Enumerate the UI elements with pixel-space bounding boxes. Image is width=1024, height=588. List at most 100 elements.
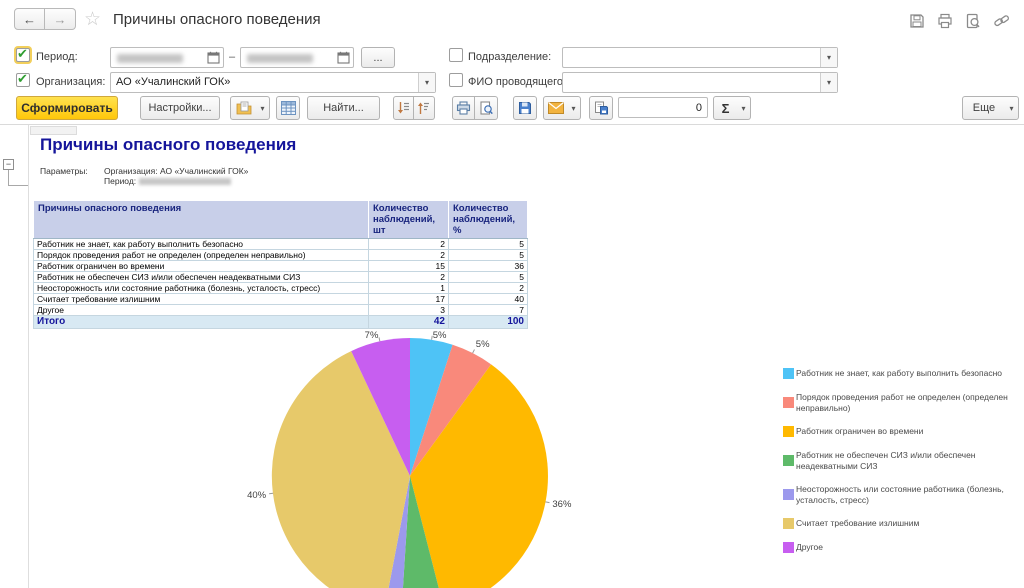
cell-cause: Неосторожность или состояние работника (… xyxy=(34,283,369,294)
chevron-down-icon: ▾ xyxy=(1005,97,1018,119)
pie-label-tick xyxy=(379,337,380,341)
sum-button[interactable]: Σ ▾ xyxy=(713,96,751,120)
report-area: − Причины опасного поведения Параметры: … xyxy=(0,124,1024,588)
chart-section: 5%5%36%5%2%40%7% Работник не знает, как … xyxy=(30,326,1024,588)
print-button[interactable] xyxy=(452,96,475,120)
window-title: Причины опасного поведения xyxy=(113,11,321,28)
save-copy-button[interactable] xyxy=(589,96,613,120)
legend-item: Неосторожность или состояние работника (… xyxy=(783,484,1023,505)
cell-percent: 36 xyxy=(449,261,528,272)
legend-swatch xyxy=(783,426,794,437)
back-button[interactable]: ← xyxy=(14,8,45,30)
pie-label-tick xyxy=(269,493,273,494)
settings-button[interactable]: Настройки... xyxy=(140,96,220,120)
table-row[interactable]: Другое37 xyxy=(34,305,528,316)
send-mail-button[interactable]: ▾ xyxy=(543,96,581,120)
cell-cause: Работник не знает, как работу выполнить … xyxy=(34,239,369,250)
period-checkbox[interactable]: ✔ xyxy=(16,48,30,62)
chevron-down-icon[interactable]: ▾ xyxy=(820,48,837,67)
grid-settings-button[interactable] xyxy=(276,96,300,120)
link-icon[interactable] xyxy=(993,13,1010,29)
pie-percent-label: 7% xyxy=(365,330,379,341)
spreadsheet-corner xyxy=(30,126,77,135)
calendar-icon[interactable] xyxy=(335,50,351,65)
organization-checkbox[interactable]: ✔ xyxy=(16,73,30,87)
cell-count: 15 xyxy=(369,261,449,272)
title-bar-actions xyxy=(909,13,1010,29)
table-row[interactable]: Порядок проведения работ не определен (о… xyxy=(34,250,528,261)
chevron-down-icon: ▾ xyxy=(737,97,750,119)
period-range-separator: – xyxy=(229,51,235,63)
app-window: ← → ☆ Причины опасного поведения ✔ Перио… xyxy=(0,0,1024,588)
expand-groups-button[interactable] xyxy=(414,96,435,120)
calendar-icon[interactable] xyxy=(205,50,221,65)
save-result-button[interactable] xyxy=(513,96,537,120)
chevron-down-icon[interactable]: ▾ xyxy=(418,73,435,92)
column-header-cause: Причины опасного поведения xyxy=(34,201,369,239)
department-value xyxy=(563,48,820,67)
table-row[interactable]: Работник ограничен во времени1536 xyxy=(34,261,528,272)
favorite-star-icon[interactable]: ☆ xyxy=(84,8,101,31)
title-bar: ← → ☆ Причины опасного поведения xyxy=(0,0,1024,40)
legend-label: Работник ограничен во времени xyxy=(796,426,923,437)
redacted-date-from xyxy=(117,54,183,63)
organization-combo[interactable]: АО «Учалинский ГОК» ▾ xyxy=(110,72,436,93)
legend-item: Другое xyxy=(783,542,1023,553)
pie-chart: 5%5%36%5%2%40%7% xyxy=(30,326,750,588)
report-variants-button[interactable]: ▾ xyxy=(230,96,270,120)
pie-percent-label: 36% xyxy=(552,499,572,510)
legend-label: Работник не обеспечен СИЗ и/или обеспече… xyxy=(796,450,1023,471)
chevron-down-icon[interactable]: ▾ xyxy=(820,73,837,92)
conductor-checkbox[interactable] xyxy=(449,73,463,87)
legend-label: Другое xyxy=(796,542,823,553)
report-params-label: Параметры: xyxy=(40,166,88,176)
period-from-input[interactable] xyxy=(110,47,224,68)
report-param-organization: Организация: АО «Учалинский ГОК» xyxy=(104,166,248,176)
collapse-groups-button[interactable] xyxy=(393,96,414,120)
chevron-down-icon: ▾ xyxy=(256,97,269,119)
forward-arrow-icon: → xyxy=(54,12,67,27)
column-header-count: Количество наблюдений, шт xyxy=(369,201,449,239)
conductor-combo[interactable]: ▾ xyxy=(562,72,838,93)
period-more-button[interactable]: ... xyxy=(361,47,395,68)
table-row[interactable]: Работник не знает, как работу выполнить … xyxy=(34,239,528,250)
legend-swatch xyxy=(783,368,794,379)
more-label: Еще xyxy=(963,97,1005,119)
conductor-value xyxy=(563,73,820,92)
preview-icon[interactable] xyxy=(965,13,981,29)
legend-item: Порядок проведения работ не определен (о… xyxy=(783,392,1023,413)
table-row[interactable]: Неосторожность или состояние работника (… xyxy=(34,283,528,294)
organization-value: АО «Учалинский ГОК» xyxy=(111,73,418,92)
legend-swatch xyxy=(783,489,794,500)
cell-percent: 40 xyxy=(449,294,528,305)
legend-label: Считает требование излишним xyxy=(796,518,919,529)
department-label: Подразделение: xyxy=(468,51,551,63)
department-combo[interactable]: ▾ xyxy=(562,47,838,68)
department-checkbox[interactable] xyxy=(449,48,463,62)
chevron-down-icon: ▾ xyxy=(567,97,580,119)
cell-percent: 5 xyxy=(449,239,528,250)
legend-item: Работник ограничен во времени xyxy=(783,426,1023,437)
report-param-period: Период: xyxy=(104,176,231,186)
table-row[interactable]: Считает требование излишним1740 xyxy=(34,294,528,305)
period-to-input[interactable] xyxy=(240,47,354,68)
redacted-period-value xyxy=(139,178,231,185)
column-header-percent: Количество наблюдений, % xyxy=(449,201,528,239)
cell-percent: 5 xyxy=(449,250,528,261)
legend-swatch xyxy=(783,397,794,408)
report-title: Причины опасного поведения xyxy=(40,135,296,155)
cell-count: 1 xyxy=(369,283,449,294)
print-preview-button[interactable] xyxy=(475,96,498,120)
print-icon[interactable] xyxy=(937,13,953,29)
table-row[interactable]: Работник не обеспечен СИЗ и/или обеспече… xyxy=(34,272,528,283)
cell-cause: Порядок проведения работ не определен (о… xyxy=(34,250,369,261)
collapse-group-icon[interactable]: − xyxy=(3,159,14,170)
forward-button[interactable]: → xyxy=(45,8,76,30)
cell-cause: Считает требование излишним xyxy=(34,294,369,305)
save-icon[interactable] xyxy=(909,13,925,29)
generate-button[interactable]: Сформировать xyxy=(16,96,118,120)
counter-field[interactable] xyxy=(618,97,708,118)
more-button[interactable]: Еще ▾ xyxy=(962,96,1019,120)
nav-buttons: ← → xyxy=(14,8,76,30)
find-button[interactable]: Найти... xyxy=(307,96,380,120)
